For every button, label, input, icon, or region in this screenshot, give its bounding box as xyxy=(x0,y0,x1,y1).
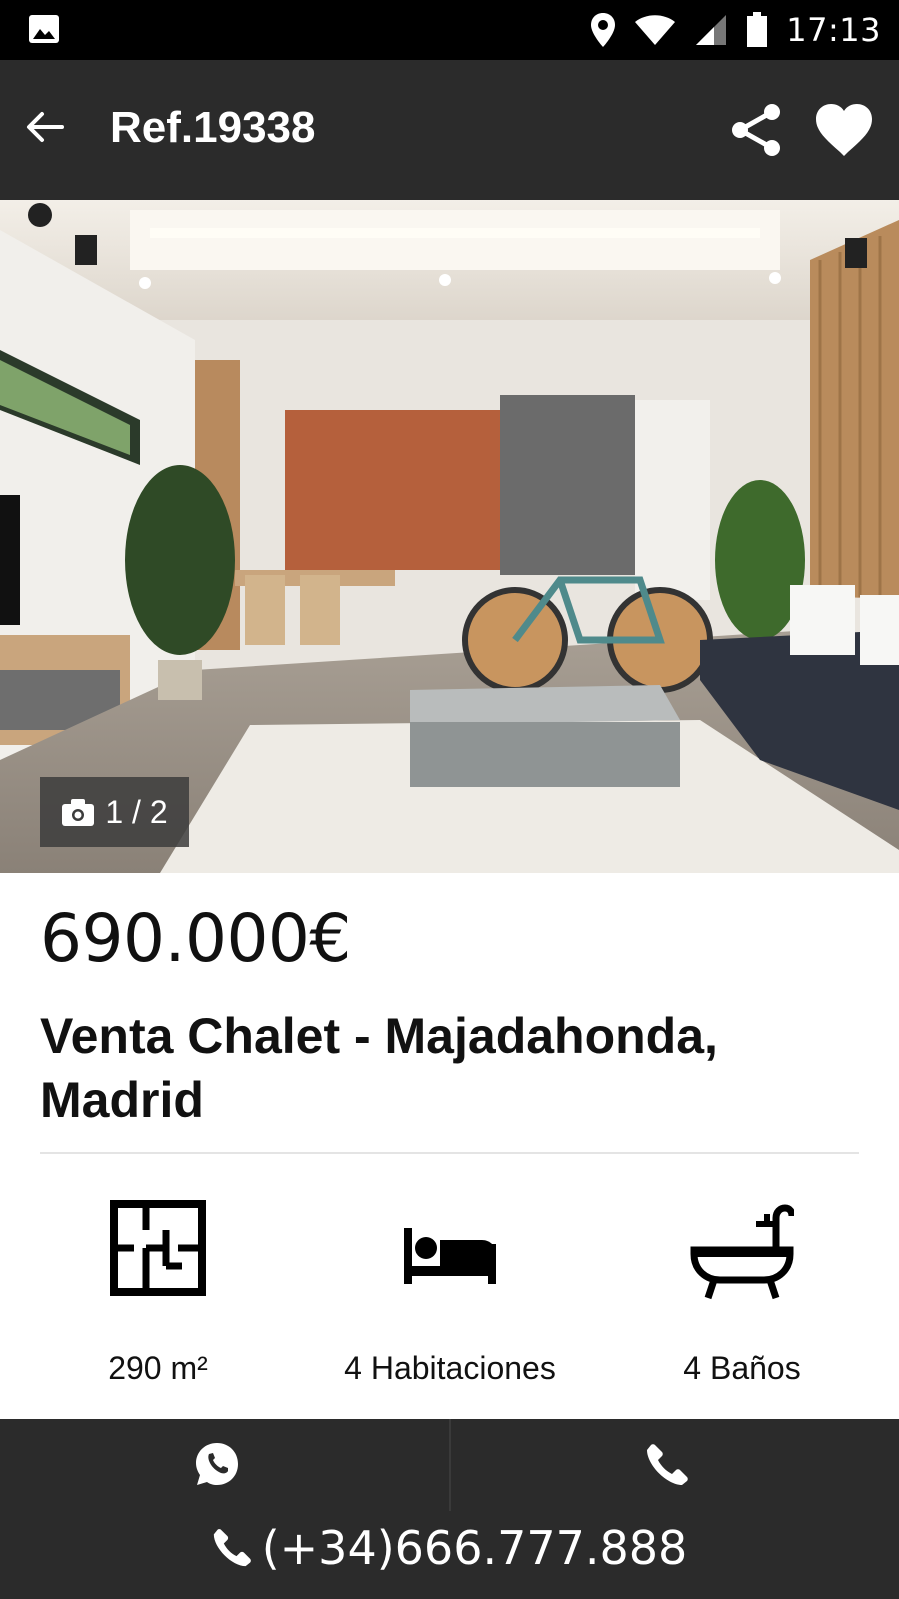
interior-photo xyxy=(0,200,899,873)
camera-icon xyxy=(62,799,95,826)
wifi-icon xyxy=(635,15,676,45)
image-icon xyxy=(29,15,59,43)
app-bar: Ref.19338 xyxy=(0,60,899,200)
phone-number-row[interactable]: (+34)666.777.888 xyxy=(0,1521,899,1575)
back-arrow-icon[interactable] xyxy=(22,105,66,149)
bathtub-icon xyxy=(690,1204,794,1300)
baths-label: 4 Baños xyxy=(683,1350,801,1386)
photo-counter: 1 / 2 xyxy=(40,777,189,847)
share-icon[interactable] xyxy=(728,102,784,158)
clock: 17:13 xyxy=(786,11,881,49)
status-bar: 17:13 xyxy=(0,0,899,60)
phone-icon xyxy=(213,1529,251,1567)
photo-counter-text: 1 / 2 xyxy=(105,793,168,830)
price: 690.000€ xyxy=(40,900,351,977)
phone-number[interactable]: (+34)666.777.888 xyxy=(262,1521,688,1575)
battery-icon xyxy=(747,12,768,47)
button-separator xyxy=(449,1419,451,1511)
rooms-label: 4 Habitaciones xyxy=(344,1350,556,1386)
heart-icon[interactable] xyxy=(814,102,874,158)
whatsapp-icon[interactable] xyxy=(194,1441,240,1487)
floor-plan-icon xyxy=(110,1200,206,1296)
area-label: 290 m² xyxy=(108,1350,208,1386)
phone-icon[interactable] xyxy=(645,1443,689,1487)
page-title: Ref.19338 xyxy=(110,103,316,152)
feature-rooms: 4 Habitaciones xyxy=(300,1200,600,1386)
feature-baths: 4 Baños xyxy=(592,1200,892,1386)
bed-icon xyxy=(404,1228,496,1284)
location-icon xyxy=(591,13,616,47)
feature-area: 290 m² xyxy=(8,1200,308,1386)
divider xyxy=(40,1152,859,1154)
property-photo[interactable] xyxy=(0,200,899,873)
listing-headline: Venta Chalet - Majadahonda, Madrid xyxy=(40,1008,718,1128)
contact-bar: (+34)666.777.888 xyxy=(0,1419,899,1599)
signal-icon xyxy=(696,15,727,45)
